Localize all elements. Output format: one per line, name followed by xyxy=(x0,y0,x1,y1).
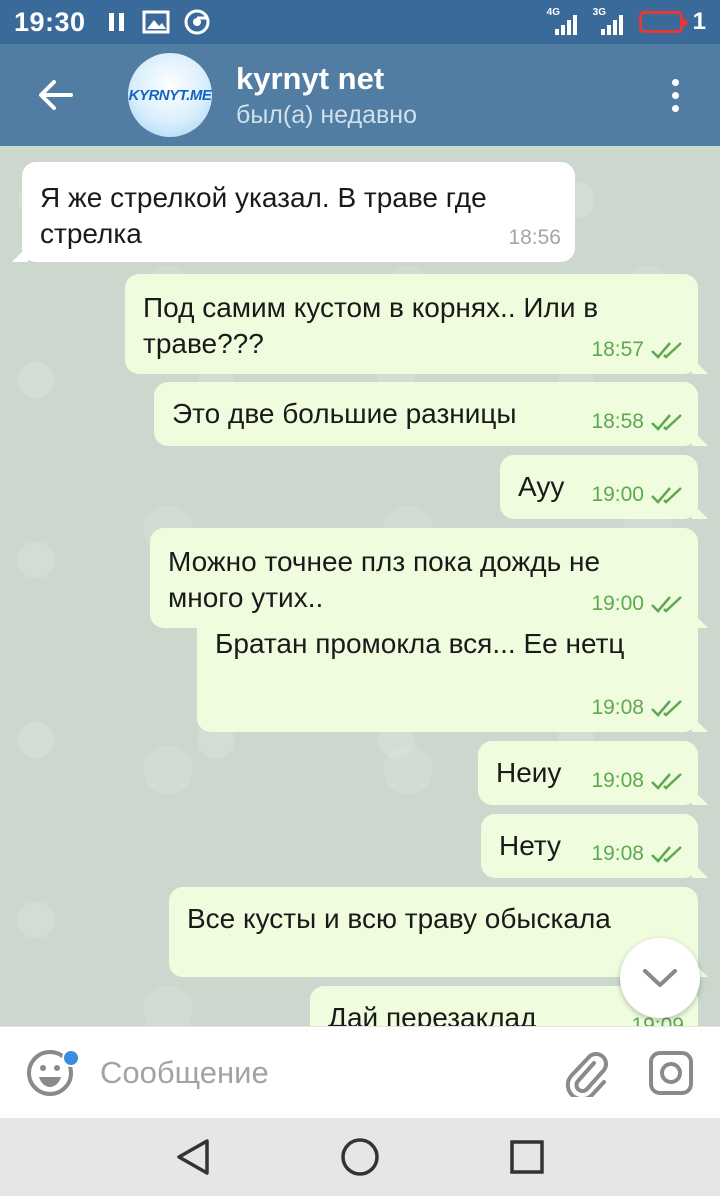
square-recents-icon xyxy=(509,1140,544,1174)
chat-title: kyrnyt net xyxy=(236,60,385,96)
chat-titles[interactable]: kyrnyt net был(а) недавно xyxy=(236,61,417,130)
notification-dot xyxy=(62,1048,80,1067)
arrow-left-icon xyxy=(39,80,73,110)
message-bubble-outgoing[interactable]: Можно точнее плз пока дождь не много ути… xyxy=(150,528,708,628)
message-input[interactable] xyxy=(100,1054,530,1091)
image-icon xyxy=(142,10,170,34)
chevron-down-icon xyxy=(643,969,677,987)
camera-button[interactable] xyxy=(626,1027,716,1119)
message-bubble-outgoing[interactable]: Это две большие разницы 18:58 xyxy=(154,382,708,446)
message-text: Дай перезаклад xyxy=(328,1002,537,1026)
more-vertical-icon xyxy=(671,78,679,86)
message-bubble-outgoing[interactable]: Неиу 19:08 xyxy=(478,741,708,805)
scroll-to-bottom-button[interactable] xyxy=(620,938,700,1018)
double-check-icon xyxy=(651,700,682,717)
chat-subtitle: был(а) недавно xyxy=(236,100,418,129)
double-check-icon xyxy=(651,596,682,613)
battery-icon xyxy=(638,11,687,33)
pause-icon xyxy=(108,13,124,31)
battery-level: 1 xyxy=(692,8,706,35)
paperclip-icon xyxy=(565,1051,608,1097)
signal-icon-2: 3G xyxy=(593,7,629,35)
avatar[interactable]: KYRNYT.ME xyxy=(128,53,212,137)
message-time: 19:00 xyxy=(591,483,644,506)
message-time: 18:56 xyxy=(508,226,561,249)
camera-icon xyxy=(649,1050,693,1095)
message-time: 19:08 xyxy=(591,696,644,719)
double-check-icon xyxy=(651,487,682,504)
status-right: 4G 3G 1 xyxy=(547,7,706,36)
circle-home-icon xyxy=(341,1138,379,1176)
chrome-icon xyxy=(184,9,210,35)
message-bubble-outgoing[interactable]: Братан промокла вся... Ее нетц 19:08 xyxy=(197,614,708,732)
signal-icon: 4G xyxy=(547,7,583,35)
message-composer xyxy=(0,1026,720,1118)
message-text: Все кусты и всю траву обыскала xyxy=(187,903,611,934)
chat-header: KYRNYT.ME kyrnyt net был(а) недавно xyxy=(0,44,720,146)
message-time: 18:58 xyxy=(591,410,644,433)
avatar-logo-text: KYRNYT.ME xyxy=(128,86,212,104)
system-navigation-bar xyxy=(0,1118,720,1196)
double-check-icon xyxy=(651,773,682,790)
status-bar: 19:30 4G 3G 1 xyxy=(0,0,720,44)
message-bubble-outgoing[interactable]: Все кусты и всю траву обыскала 19: xyxy=(169,887,708,977)
double-check-icon xyxy=(651,342,682,359)
status-time: 19:30 xyxy=(14,6,86,37)
message-bubble-outgoing[interactable]: Под самим кустом в корнях.. Или в траве?… xyxy=(125,274,708,374)
attach-button[interactable] xyxy=(546,1027,626,1119)
message-time: 18:57 xyxy=(591,338,644,361)
message-bubble-outgoing[interactable]: Нету 19:08 xyxy=(481,814,708,878)
nav-recents-button[interactable] xyxy=(497,1127,557,1187)
message-time: 19:08 xyxy=(591,769,644,792)
chat-area[interactable]: Я же стрелкой указал. В траве где стрелк… xyxy=(0,146,720,1026)
message-bubble-incoming[interactable]: Я же стрелкой указал. В траве где стрелк… xyxy=(12,162,575,262)
message-text: Братан промокла вся... Ее нетц xyxy=(215,628,625,659)
triangle-back-icon xyxy=(177,1139,210,1175)
message-text: Я же стрелкой указал. В траве где стрелк… xyxy=(40,182,487,249)
message-time: 19:08 xyxy=(591,842,644,865)
double-check-icon xyxy=(651,846,682,863)
status-left-icons xyxy=(106,9,210,35)
nav-home-button[interactable] xyxy=(330,1127,390,1187)
more-menu-button[interactable] xyxy=(630,44,720,146)
emoji-button[interactable] xyxy=(0,1027,100,1119)
message-bubble-outgoing[interactable]: Ауу 19:00 xyxy=(500,455,708,519)
double-check-icon xyxy=(651,414,682,431)
nav-back-button[interactable] xyxy=(163,1127,223,1187)
back-button[interactable] xyxy=(0,44,110,146)
